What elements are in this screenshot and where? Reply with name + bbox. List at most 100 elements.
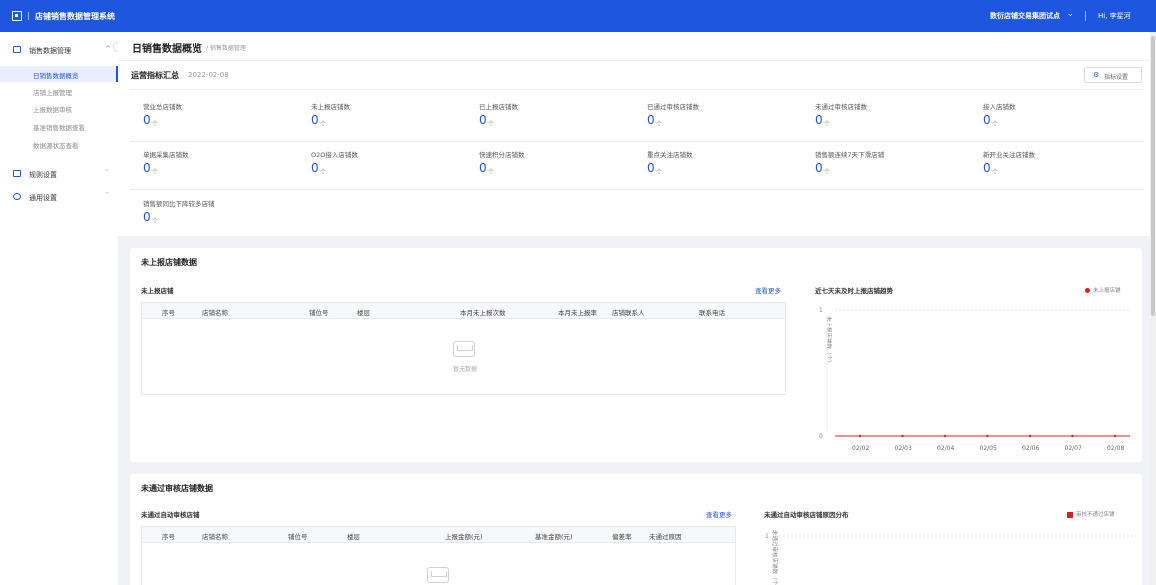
metric-unit: 个 (656, 169, 663, 176)
data-point (986, 434, 989, 438)
sidebar: 销售数据管理 ^ 日销售数据概览 店铺上报管理 上报数据审核 基准销售数据查看 … (0, 32, 123, 585)
metric-settings-button[interactable]: ⚙ 指标设置 (1084, 67, 1142, 83)
metric-label: 已通过审核店铺数 (647, 103, 699, 111)
x-tick-label: 02/05 (980, 445, 997, 452)
metric-card: 接入店铺数 0 个 (983, 101, 1143, 135)
top-bar: 店铺销售数据管理系统 数衍店铺交易集团试点 ⌄ Hi, 李星河 (0, 0, 1156, 32)
column-header: 偏差率 (612, 533, 632, 541)
sidebar-item-report-audit[interactable]: 上报数据审核 (0, 100, 118, 116)
column-header: 序号 (162, 533, 175, 541)
page-title: 日销售数据概览 (132, 44, 202, 55)
app-title: 店铺销售数据管理系统 (35, 12, 115, 21)
sidebar-item-report-management[interactable]: 店铺上报管理 (0, 83, 118, 99)
x-tick-label: 02/06 (1022, 445, 1039, 452)
metric-unit: 个 (488, 121, 495, 128)
page-header: 日销售数据概览 / 销售数据管理 (118, 32, 1156, 60)
view-more-link[interactable]: 查看更多 (755, 285, 781, 295)
metric-unit: 个 (656, 121, 663, 128)
column-header: 序号 (162, 309, 175, 317)
column-header: 楼层 (357, 309, 370, 317)
divider (1085, 11, 1086, 21)
table-title: 未通过自动审核店铺 (141, 511, 200, 519)
sidebar-item-label: 上报数据审核 (33, 106, 72, 114)
column-header: 基准金额(元) (535, 533, 573, 541)
metric-value: 0 (143, 113, 151, 127)
column-header: 店铺联系人 (612, 309, 645, 317)
column-header: 铺位号 (309, 309, 329, 317)
metric-settings-label: 指标设置 (1104, 74, 1129, 81)
table-header: 序号 店铺名称 铺位号 楼层 上报金额(元) 基准金额(元) 偏差率 未通过原因 (142, 527, 735, 543)
summary-date: 2022-02-08 (188, 71, 229, 79)
view-more-link[interactable]: 查看更多 (706, 509, 732, 519)
divider (28, 12, 29, 20)
page-scrollbar[interactable] (1150, 32, 1156, 585)
x-tick-label: 02/03 (895, 445, 912, 452)
column-header: 楼层 (347, 533, 360, 541)
chart-title: 未通过自动审核店铺原因分布 (764, 511, 849, 519)
metric-unit: 个 (824, 169, 831, 176)
data-point (901, 434, 904, 438)
metric-label: 未上报店铺数 (311, 103, 350, 111)
column-header: 铺位号 (288, 533, 308, 541)
metric-value: 0 (311, 161, 319, 175)
sidebar-group-sales-data[interactable]: 销售数据管理 ^ (0, 38, 118, 62)
sidebar-item-label: 日销售数据概览 (33, 72, 79, 80)
sidebar-group-rules[interactable]: 规则设置 ˇ (0, 162, 118, 186)
metric-label: 营业总店铺数 (143, 103, 182, 111)
metric-unit: 个 (488, 169, 495, 176)
metric-unit: 个 (320, 121, 327, 128)
data-point (1113, 434, 1117, 438)
scrollbar-thumb[interactable] (1151, 36, 1155, 316)
legend-square-icon (1067, 511, 1073, 518)
metric-value: 0 (647, 113, 655, 127)
metric-label: 单据采集店铺数 (143, 151, 189, 159)
unreported-trend-chart: 0 1未上报店铺数（个） 02/02 02/03 02/04 02/05 02/06 02/0… (819, 307, 1130, 452)
metric-card: 营业总店铺数 0 个 (143, 101, 303, 135)
legend-label: 审核不通过店铺 (1076, 512, 1115, 518)
metric-unit: 个 (152, 218, 159, 225)
legend-dot-icon (1085, 288, 1090, 293)
section-title: 未通过审核店铺数据 (141, 484, 213, 493)
sidebar-item-daily-overview[interactable]: 日销售数据概览 (0, 66, 118, 82)
metric-card: 已上报店铺数 0 个 (479, 101, 639, 135)
metric-card: 快速积分店铺数 0 个 (479, 149, 639, 183)
metric-value: 0 (479, 161, 487, 175)
chart-title: 近七天未及时上报店铺趋势 (815, 287, 893, 295)
metric-value: 0 (143, 161, 151, 175)
metric-card: 未通过审核店铺数 0 个 (815, 101, 975, 135)
y-axis-label: 未上报店铺数（个） (825, 316, 833, 366)
metric-card: 单据采集店铺数 0 个 (143, 149, 303, 183)
metric-label: 未通过审核店铺数 (815, 103, 867, 111)
metric-card: 未上报店铺数 0 个 (311, 101, 471, 135)
metric-unit: 个 (320, 169, 327, 176)
sidebar-group-label: 通用设置 (29, 194, 57, 202)
x-tick-label: 02/08 (1107, 445, 1124, 452)
gear-icon: ⚙ (1093, 71, 1100, 79)
metric-unit: 个 (152, 169, 159, 176)
unreported-panel: 未上报店铺数据 未上报店铺 查看更多 序号 店铺名称 铺位号 楼层 本月未上报次… (130, 248, 1142, 462)
metric-card: O2O接入店铺数 0 个 (311, 149, 471, 183)
column-header: 未通过原因 (649, 533, 682, 541)
column-header: 店铺名称 (202, 533, 228, 541)
user-menu[interactable]: Hi, 李星河 (1098, 11, 1131, 21)
chevron-down-icon: ˇ (105, 192, 109, 200)
metric-value: 0 (311, 113, 319, 127)
metric-label: 接入店铺数 (983, 103, 1016, 111)
sidebar-item-datasource-status[interactable]: 数据源状态查看 (0, 136, 118, 152)
metric-value: 0 (143, 210, 151, 224)
unreported-table: 序号 店铺名称 铺位号 楼层 本月未上报次数 本月未上报率 店铺联系人 联系电话… (141, 302, 786, 395)
metric-label: 快速积分店铺数 (479, 151, 525, 159)
metric-value: 0 (983, 113, 991, 127)
breadcrumb[interactable]: / 销售数据管理 (206, 43, 246, 52)
metric-label: 新开业关注店铺数 (983, 151, 1035, 159)
metric-value: 0 (815, 161, 823, 175)
y-tick-label: 1 (765, 533, 769, 540)
sidebar-group-general-settings[interactable]: 通用设置 ˇ (0, 185, 118, 209)
column-header: 联系电话 (699, 309, 725, 317)
chart-legend: 审核不通过店铺 (1067, 510, 1115, 518)
sidebar-item-baseline-sales[interactable]: 基准销售数据查看 (0, 118, 118, 134)
org-select[interactable]: 数衍店铺交易集团试点 (990, 11, 1060, 21)
chevron-down-icon[interactable]: ⌄ (1067, 9, 1074, 18)
metric-card: 已通过审核店铺数 0 个 (647, 101, 807, 135)
metric-label: 销售额连续7天下滑店铺 (815, 151, 885, 159)
